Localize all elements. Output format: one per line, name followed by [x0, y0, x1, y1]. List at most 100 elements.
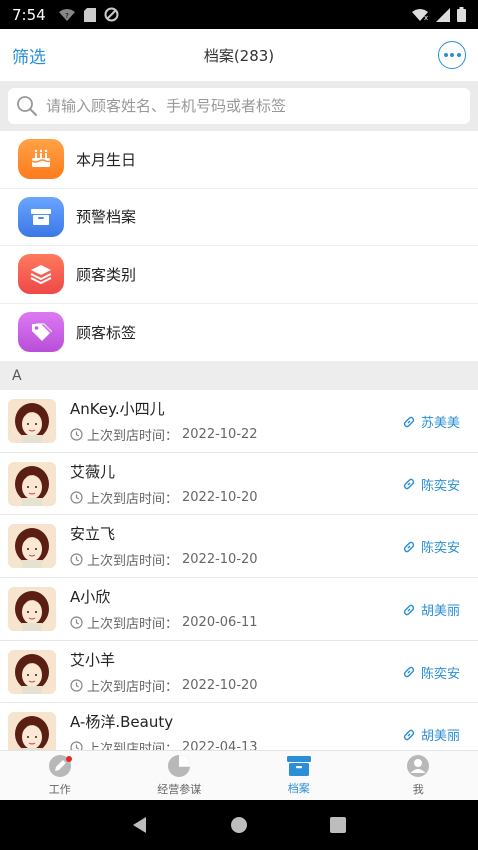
quick-menu-birthday[interactable]: 本月生日: [0, 131, 478, 189]
staff-link[interactable]: 陈奕安: [402, 663, 460, 682]
status-time: 7:54: [12, 5, 46, 24]
link-icon: [403, 729, 415, 741]
customer-row[interactable]: 艾小羊 上次到店时间： 2022-10-20 陈奕安: [0, 641, 478, 704]
archive-box-icon: [286, 756, 311, 776]
recents-icon[interactable]: [328, 815, 348, 835]
more-dot-icon: [443, 53, 448, 57]
battery-icon: [457, 7, 466, 22]
last-visit-time: 上次到店时间： 2022-04-13: [70, 738, 258, 750]
clock-icon: [70, 616, 83, 629]
tab-work[interactable]: 工作: [0, 751, 120, 800]
link-icon: [403, 541, 415, 553]
notification-badge: [66, 756, 72, 762]
quick-menu-label: 顾客标签: [76, 323, 137, 342]
signal-icon: [436, 7, 450, 22]
tab-label: 工作: [48, 783, 71, 796]
last-visit-time: 上次到店时间： 2022-10-20: [70, 488, 258, 507]
back-icon[interactable]: [130, 815, 150, 835]
more-dot-icon: [456, 53, 461, 57]
search-box[interactable]: [8, 88, 470, 124]
tag-icon: [18, 312, 64, 353]
last-visit-label: 上次到店时间：: [87, 679, 179, 695]
home-icon[interactable]: [229, 815, 249, 835]
search-input[interactable]: [46, 97, 446, 115]
clock-icon: [70, 678, 83, 692]
wifi-question-icon: ?: [58, 8, 75, 21]
last-visit-time: 上次到店时间： 2022-10-20: [70, 550, 258, 569]
last-visit-date: 2022-10-20: [182, 677, 258, 693]
customer-name: AnKey.小四儿: [70, 399, 165, 418]
last-visit-date: 2022-04-13: [182, 740, 258, 750]
layers-icon: [18, 254, 64, 295]
quick-menu-label: 顾客类别: [76, 265, 137, 284]
user-icon: [407, 755, 430, 777]
quick-menu-customer-tags[interactable]: 顾客标签: [0, 304, 478, 362]
sd-card-icon: [83, 7, 96, 22]
staff-link[interactable]: 陈奕安: [402, 475, 460, 494]
svg-text:?: ?: [65, 12, 69, 20]
search-icon: [17, 96, 37, 116]
system-nav-bar: [0, 800, 478, 850]
last-visit-date: 2020-06-11: [182, 614, 258, 630]
birthday-cake-icon: [18, 139, 64, 180]
clock-icon: [70, 741, 83, 750]
customer-row[interactable]: A-杨洋.Beauty 上次到店时间： 2022-04-13 胡美丽: [0, 703, 478, 750]
tab-label: 档案: [287, 782, 310, 795]
search-bar: [0, 81, 478, 131]
staff-name: 陈奕安: [420, 478, 460, 494]
filter-button[interactable]: 筛选: [12, 43, 46, 68]
clock-icon: [70, 490, 83, 504]
staff-name: 陈奕安: [420, 666, 460, 682]
quick-menu-customer-category[interactable]: 顾客类别: [0, 246, 478, 304]
last-visit-label: 上次到店时间：: [87, 616, 179, 632]
last-visit-label: 上次到店时间：: [87, 554, 179, 570]
staff-link[interactable]: 苏美美: [402, 412, 460, 431]
clock-icon: [70, 553, 83, 566]
last-visit-label: 上次到店时间：: [87, 491, 179, 507]
staff-name: 胡美丽: [420, 604, 460, 620]
customer-name: 安立飞: [70, 525, 116, 544]
section-header-a: A: [0, 361, 478, 390]
last-visit-time: 上次到店时间： 2022-10-20: [70, 676, 258, 695]
status-bar: 7:54 ? x: [0, 0, 478, 29]
quick-menu-warning-archive[interactable]: 预警档案: [0, 189, 478, 246]
quick-menu: 本月生日 预警档案 顾客类别 顾客标签: [0, 131, 478, 361]
avatar: [8, 398, 56, 443]
staff-link[interactable]: 胡美丽: [402, 725, 460, 744]
clock-icon: [70, 428, 83, 441]
avatar: [8, 649, 56, 694]
app-header: 筛选 档案(283): [0, 29, 478, 81]
data-saver-icon: [104, 7, 119, 22]
tab-me[interactable]: 我: [359, 751, 478, 800]
customer-list[interactable]: AnKey.小四儿 上次到店时间： 2022-10-22 苏美美 艾薇儿 上次到店…: [0, 390, 478, 750]
tab-archive[interactable]: 档案: [239, 751, 359, 800]
pie-chart-icon: [168, 755, 191, 777]
bottom-tab-bar: 工作 经营参谋 档案 我: [0, 750, 478, 800]
link-icon: [403, 416, 415, 427]
more-dot-icon: [450, 53, 454, 57]
last-visit-time: 上次到店时间： 2022-10-22: [70, 425, 258, 444]
staff-link[interactable]: 陈奕安: [402, 537, 460, 556]
tab-business-advisor[interactable]: 经营参谋: [120, 751, 240, 800]
archive-box-icon: [18, 196, 64, 237]
customer-name: A-杨洋.Beauty: [70, 713, 174, 732]
last-visit-label: 上次到店时间：: [87, 742, 179, 750]
last-visit-date: 2022-10-20: [182, 489, 258, 505]
staff-name: 胡美丽: [420, 729, 460, 745]
avatar: [8, 712, 56, 750]
wifi-icon: x: [412, 8, 428, 22]
quick-menu-label: 预警档案: [76, 208, 137, 227]
customer-row[interactable]: A小欣 上次到店时间： 2020-06-11 胡美丽: [0, 578, 478, 641]
last-visit-date: 2022-10-22: [182, 426, 258, 442]
staff-link[interactable]: 胡美丽: [402, 600, 460, 619]
last-visit-label: 上次到店时间：: [87, 428, 179, 444]
last-visit-date: 2022-10-20: [182, 552, 258, 568]
customer-row[interactable]: 安立飞 上次到店时间： 2022-10-20 陈奕安: [0, 515, 478, 579]
customer-row[interactable]: AnKey.小四儿 上次到店时间： 2022-10-22 苏美美: [0, 390, 478, 453]
customer-row[interactable]: 艾薇儿 上次到店时间： 2022-10-20 陈奕安: [0, 453, 478, 516]
avatar: [8, 524, 56, 569]
customer-name: 艾薇儿: [70, 462, 116, 481]
more-options-button[interactable]: [438, 41, 466, 69]
tab-label: 我: [412, 783, 424, 796]
tab-label: 经营参谋: [157, 783, 202, 796]
